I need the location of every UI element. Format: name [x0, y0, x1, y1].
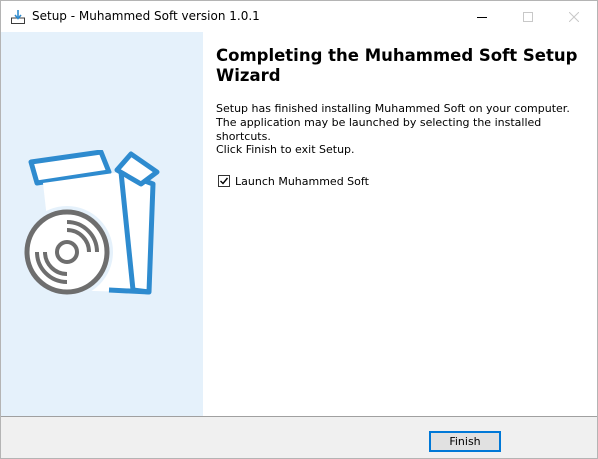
minimize-button[interactable]	[459, 1, 505, 32]
box-with-disc-illustration	[21, 150, 160, 298]
setup-window: Setup - Muhammed Soft version 1.0.1 Comp…	[0, 0, 598, 459]
title-bar[interactable]: Setup - Muhammed Soft version 1.0.1	[1, 1, 597, 32]
exit-instruction: Click Finish to exit Setup.	[216, 143, 355, 156]
close-icon	[569, 11, 579, 22]
wizard-side-panel	[1, 32, 203, 416]
launch-checkbox-label[interactable]: Launch Muhammed Soft	[235, 175, 369, 188]
wizard-content: Completing the Muhammed Soft Setup Wizar…	[203, 32, 597, 416]
completion-message: Setup has finished installing Muhammed S…	[216, 102, 570, 143]
wizard-footer: Finish	[1, 417, 597, 458]
launch-checkbox[interactable]	[218, 175, 230, 187]
finish-button[interactable]: Finish	[429, 431, 501, 452]
page-title: Completing the Muhammed Soft Setup Wizar…	[216, 46, 578, 85]
launch-checkbox-row[interactable]: Launch Muhammed Soft	[218, 173, 369, 189]
maximize-icon	[523, 11, 533, 22]
minimize-icon	[477, 16, 487, 18]
maximize-button[interactable]	[505, 1, 551, 32]
close-button[interactable]	[551, 1, 597, 32]
window-title: Setup - Muhammed Soft version 1.0.1	[32, 9, 260, 23]
checkmark-icon	[220, 177, 229, 185]
installer-icon	[10, 9, 26, 25]
